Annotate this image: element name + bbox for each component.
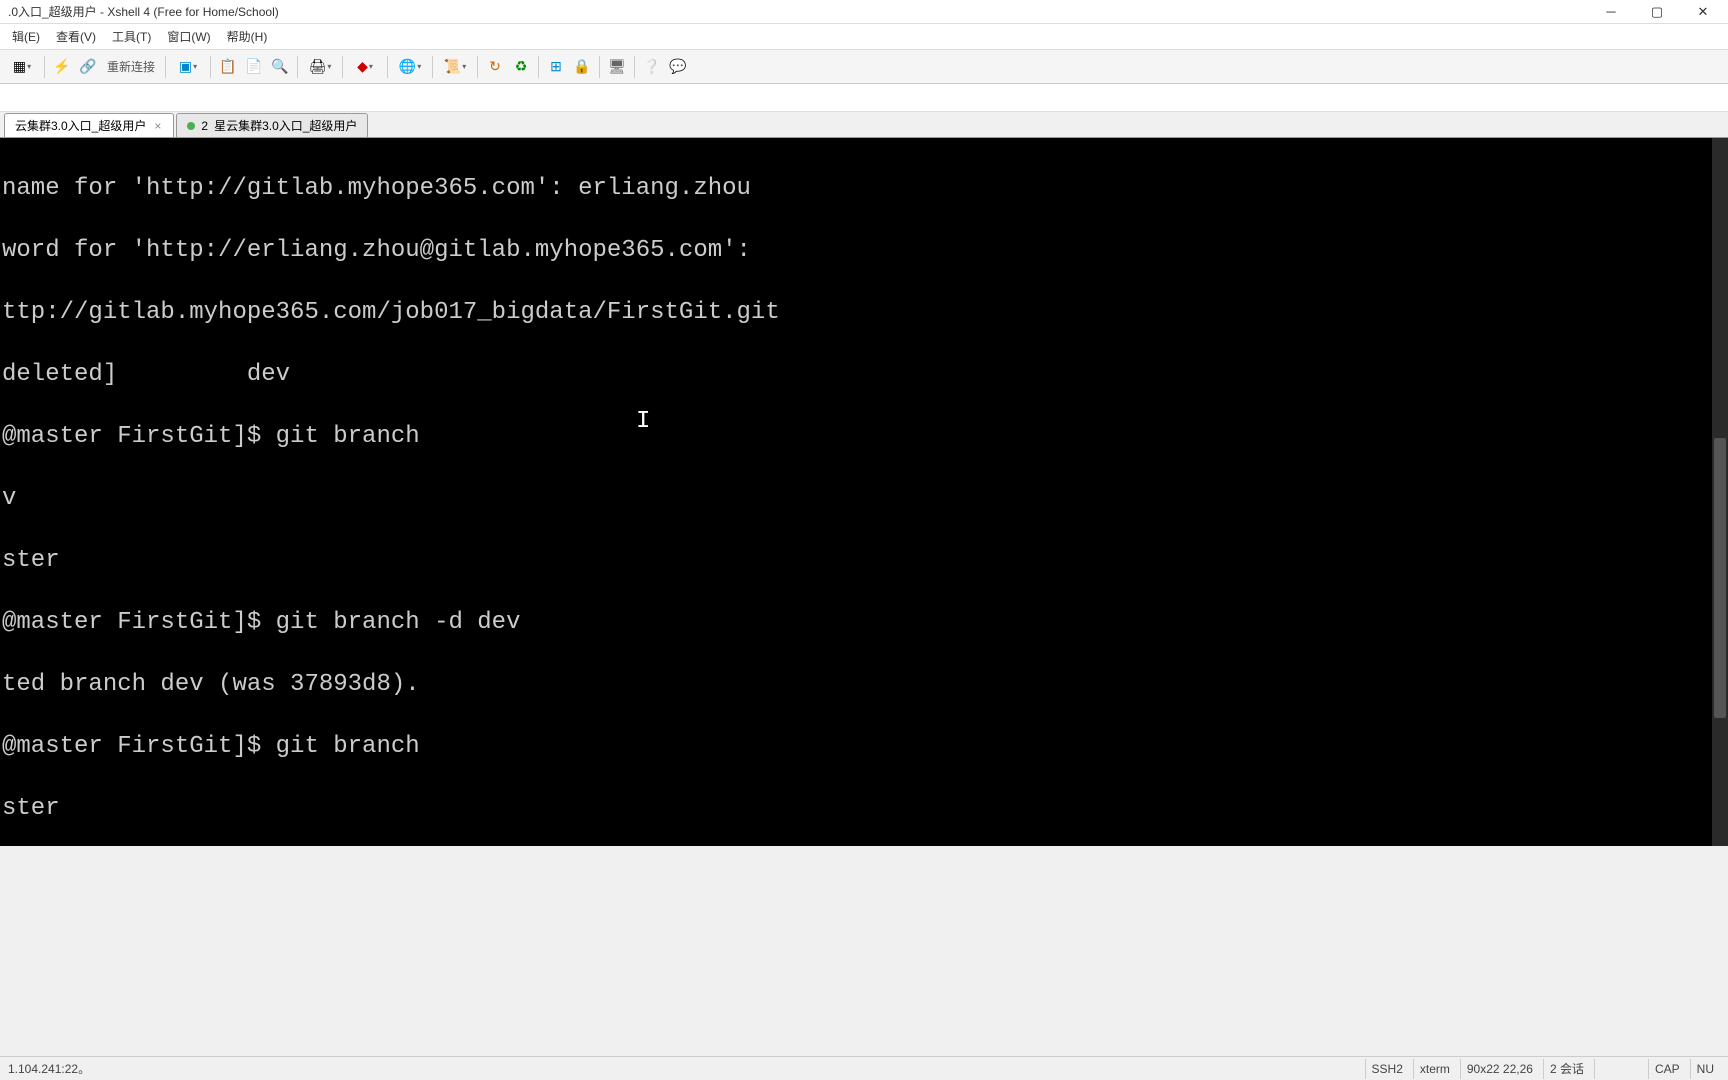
toolbar-separator [44,56,45,78]
search-icon[interactable]: 🔍 [269,56,291,78]
maximize-button[interactable]: ▢ [1634,0,1680,24]
terminal-line: ttp://gitlab.myhope365.com/job017_bigdat… [0,297,1728,328]
terminal-line: ted branch dev (was 37893d8). [0,669,1728,700]
status-term-type: xterm [1413,1059,1456,1079]
terminal-scrollbar[interactable] [1712,138,1728,846]
tab-label: 星云集群3.0入口_超级用户 [214,117,357,134]
menubar: 辑(E) 查看(V) 工具(T) 窗口(W) 帮助(H) [0,24,1728,50]
link-icon[interactable]: 🔗 [77,56,99,78]
toolbar-separator [387,56,388,78]
toolbar-separator [477,56,478,78]
status-left: 1.104.241:22。 [8,1060,90,1077]
terminal[interactable]: name for 'http://gitlab.myhope365.com': … [0,138,1728,846]
terminal-line: name for 'http://gitlab.myhope365.com': … [0,173,1728,204]
toolbar-separator [599,56,600,78]
menu-edit[interactable]: 辑(E) [4,25,48,48]
terminal-line: v [0,483,1728,514]
new-session-icon[interactable]: ▦▾ [6,56,38,78]
terminal-line: word for 'http://erliang.zhou@gitlab.myh… [0,235,1728,266]
grid-icon[interactable]: ⊞ [545,56,567,78]
menu-view[interactable]: 查看(V) [48,25,104,48]
paste-icon[interactable]: 📄 [243,56,265,78]
globe-icon[interactable]: 🌐▾ [394,56,426,78]
status-spacer [1594,1059,1644,1079]
terminal-line: ster [0,545,1728,576]
window-controls: ─ ▢ ✕ [1588,0,1726,24]
window-title: .0入口_超级用户 - Xshell 4 (Free for Home/Scho… [8,3,279,20]
print-icon[interactable]: 🖨▾ [304,56,336,78]
copy-icon[interactable]: 📋 [217,56,239,78]
refresh-icon[interactable]: ↻ [484,56,506,78]
tab-status-icon [187,122,195,130]
menu-tools[interactable]: 工具(T) [104,25,159,48]
close-button[interactable]: ✕ [1680,0,1726,24]
minimize-button[interactable]: ─ [1588,0,1634,24]
terminal-line: ster [0,793,1728,824]
reconnect-button[interactable]: 重新连接 [103,58,159,75]
tabbar: 云集群3.0入口_超级用户 × 2 星云集群3.0入口_超级用户 [0,112,1728,138]
help-icon[interactable]: ❔ [641,56,663,78]
session-dropdown-icon[interactable]: ▣▾ [172,56,204,78]
tab-session-2[interactable]: 2 星云集群3.0入口_超级用户 [176,113,368,137]
status-protocol: SSH2 [1365,1059,1409,1079]
titlebar: .0入口_超级用户 - Xshell 4 (Free for Home/Scho… [0,0,1728,24]
chat-icon[interactable]: 💬 [667,56,689,78]
status-host: 1.104.241:22。 [8,1060,90,1077]
terminal-line: deleted] dev [0,359,1728,390]
scrollbar-thumb[interactable] [1714,438,1726,718]
terminal-line: @master FirstGit]$ git branch [0,731,1728,762]
status-sessions: 2 会话 [1543,1059,1590,1079]
status-num: NU [1690,1059,1720,1079]
stop-icon[interactable]: ♻ [510,56,532,78]
font-icon[interactable]: ◆▾ [349,56,381,78]
script-icon[interactable]: 📜▾ [439,56,471,78]
toolbar-separator [432,56,433,78]
text-cursor-icon: I [636,406,650,437]
tab-session-1[interactable]: 云集群3.0入口_超级用户 × [4,113,174,137]
terminal-line: @master FirstGit]$ git branch -d dev [0,607,1728,638]
toolbar: ▦▾ ⚡ 🔗 重新连接 ▣▾ 📋 📄 🔍 🖨▾ ◆▾ 🌐▾ 📜▾ ↻ ♻ ⊞ 🔒… [0,50,1728,84]
toolbar-separator [165,56,166,78]
tab-label: 云集群3.0入口_超级用户 [15,117,146,134]
terminal-line: @master FirstGit]$ git branch [0,421,1728,452]
connect-icon[interactable]: ⚡ [51,56,73,78]
toolbar-separator [210,56,211,78]
status-right: SSH2 xterm 90x22 22,26 2 会话 CAP NU [1365,1059,1720,1079]
tab-number: 2 [201,119,208,133]
status-size: 90x22 22,26 [1460,1059,1539,1079]
toolbar-separator [342,56,343,78]
monitor-icon[interactable]: 🖥 [606,56,628,78]
lock-icon[interactable]: 🔒 [571,56,593,78]
status-caps: CAP [1648,1059,1686,1079]
toolbar-separator [538,56,539,78]
statusbar: 1.104.241:22。 SSH2 xterm 90x22 22,26 2 会… [0,1056,1728,1080]
address-bar-area [0,84,1728,112]
menu-help[interactable]: 帮助(H) [219,25,276,48]
menu-window[interactable]: 窗口(W) [159,25,218,48]
toolbar-separator [297,56,298,78]
toolbar-separator [634,56,635,78]
tab-close-icon[interactable]: × [152,119,163,133]
